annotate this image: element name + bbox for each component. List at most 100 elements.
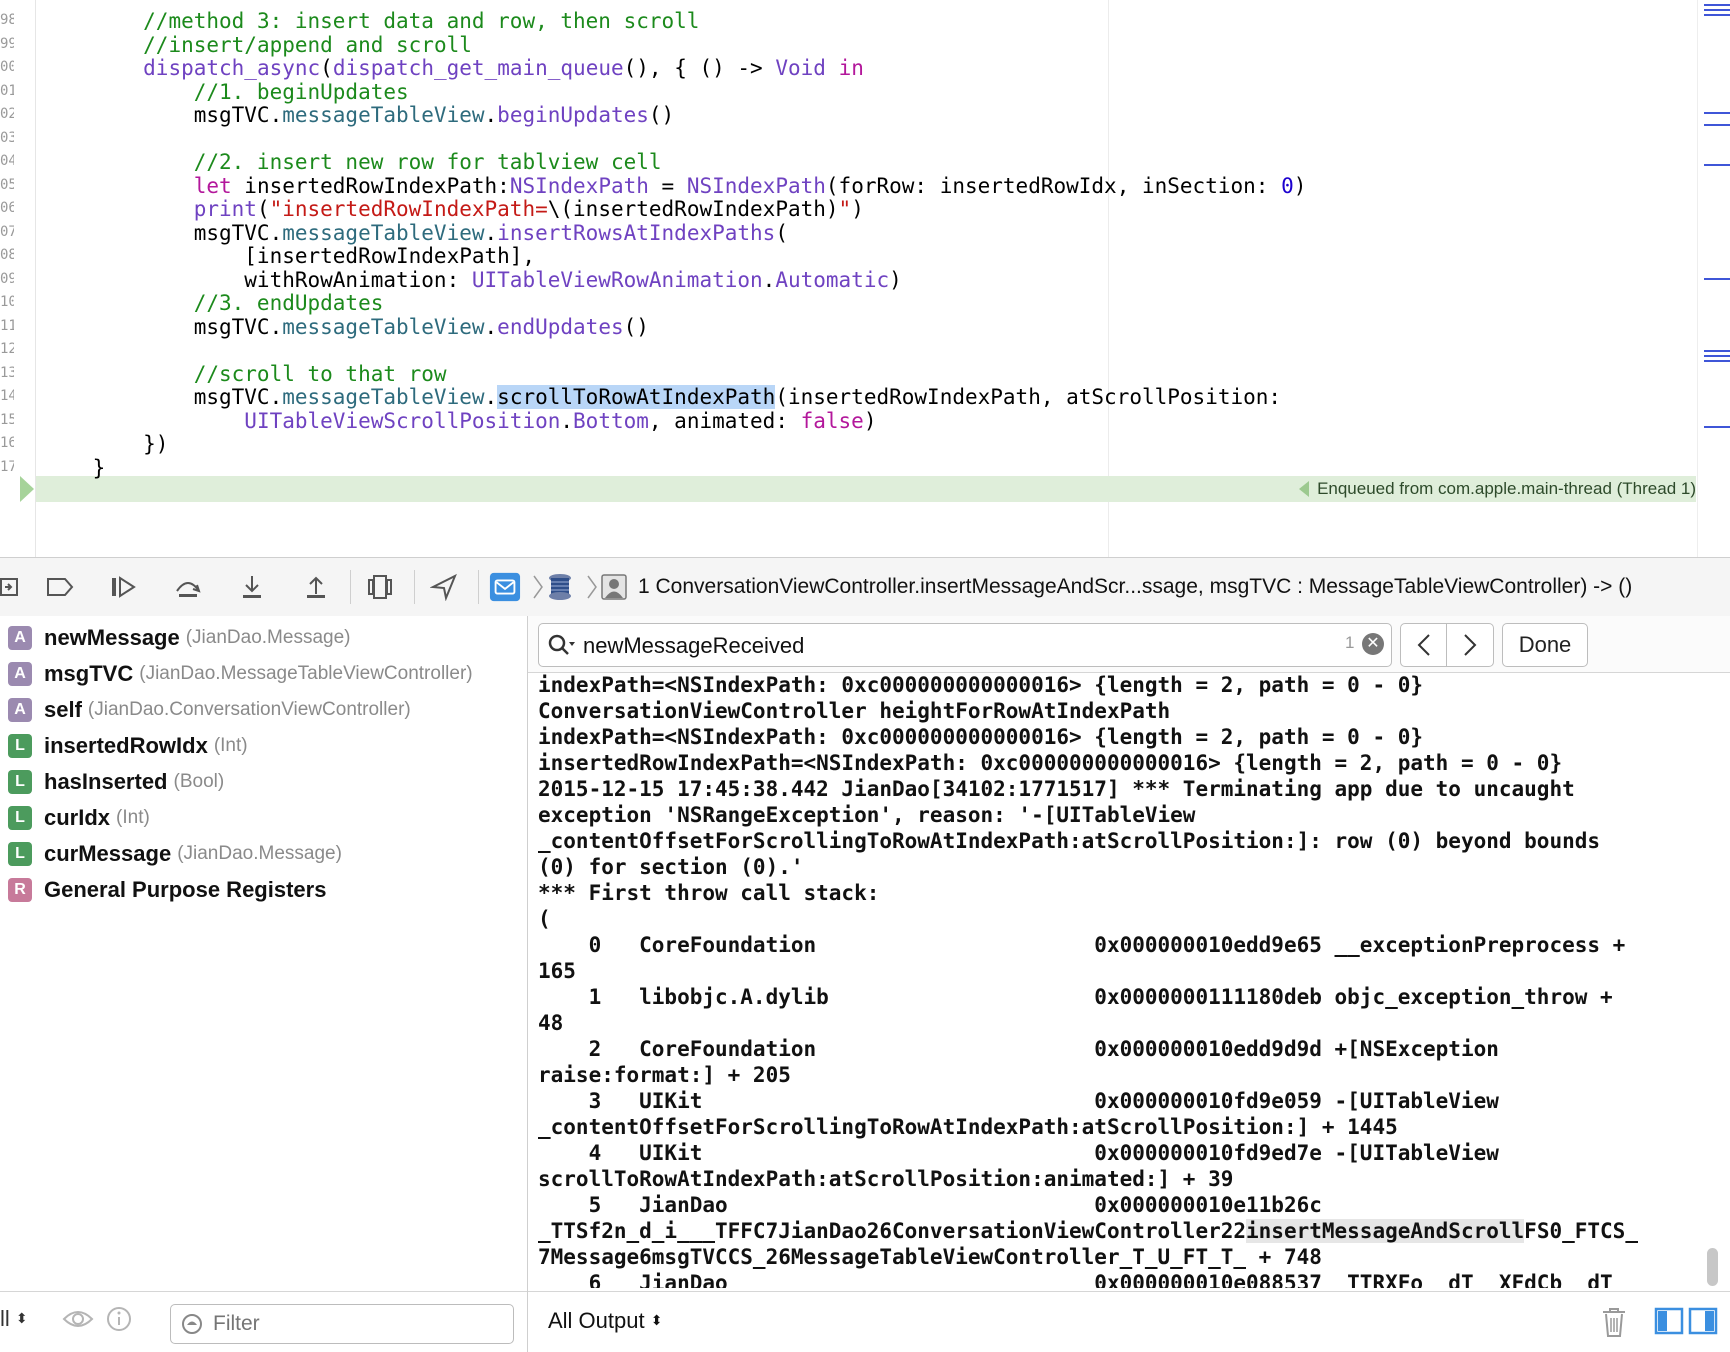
code-line[interactable]: //insert/append and scroll [42,32,472,58]
variable-row[interactable]: LcurMessage (JianDao.Message) [8,838,342,870]
line-number[interactable]: 09 [0,266,14,292]
variable-row[interactable]: AmsgTVC (JianDao.MessageTableViewControll… [8,658,473,690]
filter-icon [181,1313,203,1340]
code-line[interactable]: msgTVC.messageTableView.beginUpdates() [42,102,674,128]
step-out-icon[interactable] [300,571,332,603]
simulate-location-icon[interactable] [428,571,460,603]
code-line[interactable]: //method 3: insert data and row, then sc… [42,8,699,34]
code-token: (), { () -> [623,56,776,80]
clear-search-icon[interactable]: ✕ [1362,633,1384,655]
source-editor[interactable]: 98 99 00 01 02 03 04 05 06 07 08 09 10 11 12 13 14 15 16 17… [0,0,1730,557]
code-token: ) [1293,173,1307,198]
code-token: ( [256,197,270,221]
code-token: messageTableView [282,220,485,245]
code-token: NSIndexPath [509,173,649,198]
variable-row[interactable]: R General Purpose Registers [8,874,326,906]
line-number[interactable]: 14 [0,383,14,409]
line-number[interactable]: 06 [0,195,14,221]
previous-match-button[interactable] [1401,624,1447,666]
console-line: 2015-12-15 17:45:38.442 JianDao[34102:17… [538,777,1575,801]
line-number[interactable]: 04 [0,148,14,174]
code-token: = [648,173,687,198]
code-line[interactable]: msgTVC.messageTableView.insertRowsAtInde… [42,220,788,246]
console-output[interactable]: indexPath=<NSIndexPath: 0xc0000000000000… [538,672,1713,1288]
continue-icon[interactable] [108,571,140,603]
code-line[interactable]: msgTVC.messageTableView.endUpdates() [42,314,649,340]
issue-minimap[interactable] [1697,0,1730,557]
console-line: 5 JianDao 0x000000010e11b26c [538,1193,1322,1217]
page-guide-line [1108,0,1109,557]
show-console-view-icon[interactable] [1688,1306,1718,1341]
code-token: } [42,455,106,480]
line-number[interactable]: 15 [0,407,14,433]
thread-spool-icon[interactable] [544,571,576,603]
eye-icon[interactable] [62,1307,94,1336]
line-number[interactable]: 00 [0,54,14,80]
stack-frame-icon[interactable] [598,571,630,603]
code-line[interactable]: //3. endUpdates [42,290,384,316]
line-number[interactable]: 08 [0,242,14,268]
code-line[interactable]: }) [42,431,168,457]
code-line[interactable]: //scroll to that row [42,361,447,387]
scope-selector[interactable]: ll ⬍ [0,1306,28,1332]
view-hierarchy-icon[interactable] [364,571,396,603]
find-input[interactable] [581,630,1305,662]
variable-kind-icon: A [8,698,32,722]
line-number[interactable]: 98 [0,7,14,33]
line-number[interactable]: 11 [0,313,14,339]
code-token: NSIndexPath [686,173,826,198]
line-number[interactable]: 02 [0,101,14,127]
step-over-icon[interactable] [172,571,204,603]
variable-row[interactable]: LinsertedRowIdx (Int) [8,730,248,762]
breakpoints-toggle-icon[interactable] [44,571,76,603]
variable-row[interactable]: LhasInserted (Bool) [8,766,224,798]
done-button[interactable]: Done [1502,623,1588,667]
line-number[interactable]: 05 [0,172,14,198]
line-number[interactable]: 12 [0,336,14,362]
variable-row[interactable]: AnewMessage (JianDao.Message) [8,622,350,654]
info-icon[interactable] [106,1306,132,1337]
line-number[interactable]: 16 [0,430,14,456]
code-token: //scroll to that row [193,361,447,386]
console-line: 4 UIKit 0x000000010fd9ed7e -[UITableView [538,1141,1499,1165]
code-line[interactable]: msgTVC.messageTableView.scrollToRowAtInd… [42,384,1281,410]
step-into-icon[interactable] [236,571,268,603]
output-filter-select[interactable]: All Output ⬍ [548,1306,662,1338]
line-number[interactable]: 99 [0,31,14,57]
find-field[interactable]: 1 ✕ [538,623,1392,667]
code-line[interactable]: [insertedRowIndexPath], [42,243,535,269]
toolbar-separator [350,570,351,604]
filter-input[interactable] [211,1309,505,1339]
code-line[interactable]: dispatch_async(dispatch_get_main_queue()… [42,55,864,81]
code-line[interactable]: //1. beginUpdates [42,79,409,105]
code-token: . [484,220,498,245]
line-number[interactable]: 01 [0,78,14,104]
variable-kind-icon: L [8,770,32,794]
line-number[interactable]: 07 [0,219,14,245]
variable-row[interactable]: Aself (JianDao.ConversationViewController… [8,694,411,726]
console-scrollbar[interactable] [1707,1248,1718,1286]
line-number[interactable]: 17 [0,454,14,480]
line-number[interactable]: 10 [0,289,14,315]
line-number[interactable]: 13 [0,360,14,386]
hide-debug-area-icon[interactable] [0,571,26,603]
search-icon[interactable] [547,633,577,662]
show-variables-view-icon[interactable] [1654,1306,1684,1341]
debug-navigator-icon[interactable] [489,571,521,603]
line-number[interactable]: 03 [0,125,14,151]
code-line[interactable]: let insertedRowIndexPath:NSIndexPath = N… [42,173,1307,199]
next-match-button[interactable] [1447,624,1493,666]
code-line[interactable]: print("insertedRowIndexPath=\(insertedRo… [42,196,864,222]
instruction-pointer-icon[interactable] [20,476,34,502]
code-line[interactable]: //2. insert new row for tablview cell [42,149,662,175]
code-token: //insert/append and scroll [143,32,472,57]
code-line[interactable]: UITableViewScrollPosition.Bottom, animat… [42,408,876,434]
code-line[interactable]: } [42,455,106,481]
code-line[interactable]: withRowAnimation: UITableViewRowAnimatio… [42,267,902,293]
stack-frame-label[interactable]: 1 ConversationViewController.insertMessa… [638,572,1632,602]
variable-row[interactable]: LcurIdx (Int) [8,802,150,834]
trash-icon[interactable] [1600,1306,1628,1343]
variables-filter[interactable] [170,1304,514,1344]
